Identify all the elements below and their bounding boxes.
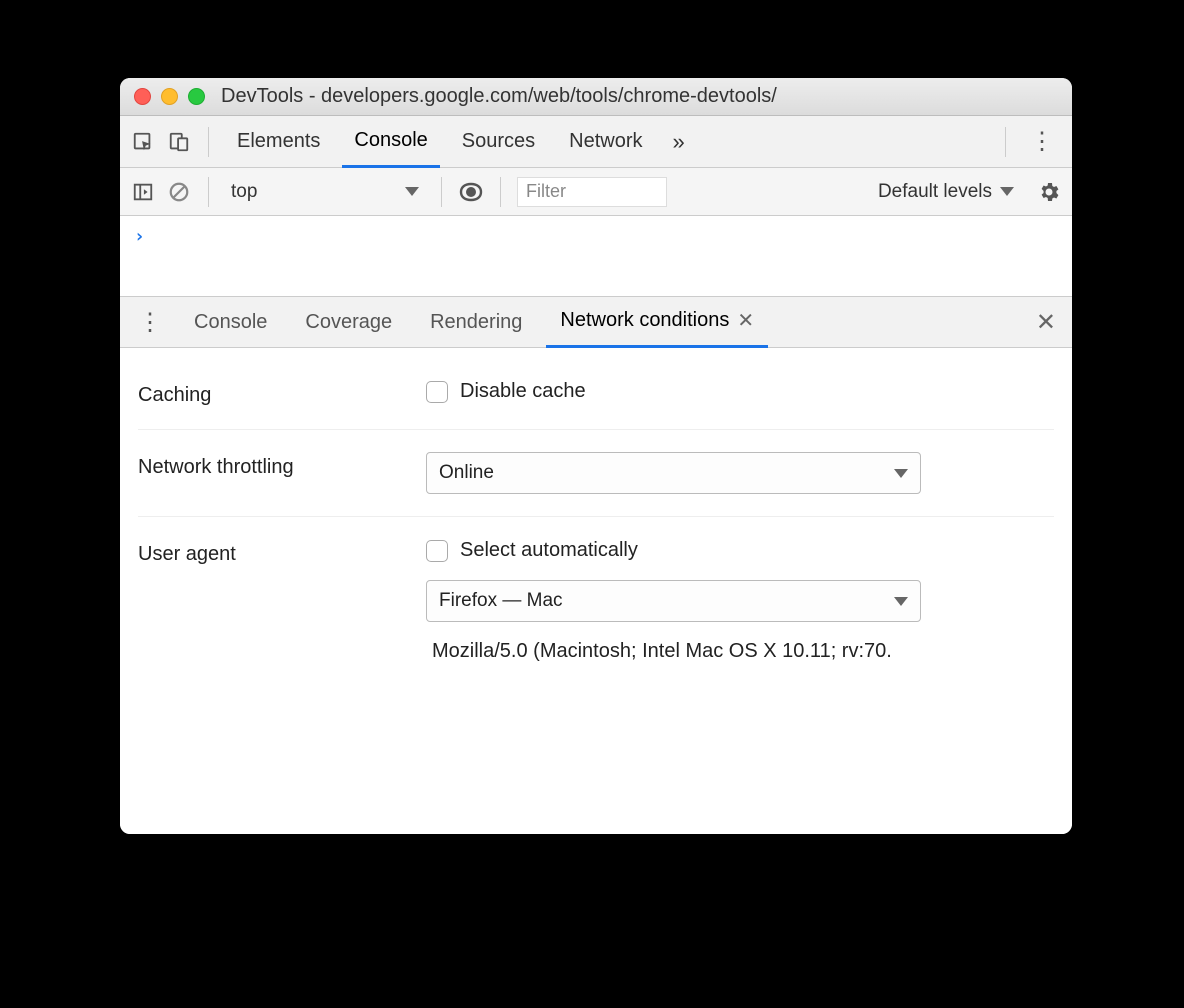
context-label: top [231, 181, 257, 203]
drawer-tab-rendering[interactable]: Rendering [416, 296, 536, 348]
drawer-close-icon[interactable]: ✕ [1036, 308, 1062, 337]
close-icon[interactable]: ✕ [737, 308, 754, 333]
ua-string-text: Mozilla/5.0 (Macintosh; Intel Mac OS X 1… [426, 640, 1054, 663]
user-agent-row: User agent Select automatically Firefox … [138, 517, 1054, 685]
console-settings-icon[interactable] [1036, 179, 1062, 205]
console-output[interactable]: › [120, 216, 1072, 296]
drawer-tab-coverage[interactable]: Coverage [291, 296, 406, 348]
caching-label: Caching [138, 380, 426, 407]
chevron-down-icon [1000, 187, 1014, 196]
window-minimize-button[interactable] [161, 88, 178, 105]
device-mode-icon[interactable] [166, 129, 192, 155]
drawer-tab-label: Network conditions [560, 309, 729, 332]
caching-row: Caching Disable cache [138, 358, 1054, 430]
tab-console[interactable]: Console [342, 116, 439, 168]
kebab-menu-icon[interactable]: ⋮ [1022, 127, 1062, 156]
separator [441, 177, 442, 207]
chevron-down-icon [894, 469, 908, 478]
clear-console-icon[interactable] [166, 179, 192, 205]
window-close-button[interactable] [134, 88, 151, 105]
ua-preset-select[interactable]: Firefox — Mac [426, 580, 921, 622]
separator [1005, 127, 1006, 157]
chevron-down-icon [405, 187, 419, 196]
tab-network[interactable]: Network [557, 116, 654, 168]
inspect-icon[interactable] [130, 129, 156, 155]
disable-cache-checkbox[interactable] [426, 381, 448, 403]
user-agent-label: User agent [138, 539, 426, 566]
titlebar: DevTools - developers.google.com/web/too… [120, 78, 1072, 116]
ua-auto-label: Select automatically [460, 539, 638, 562]
window-zoom-button[interactable] [188, 88, 205, 105]
ua-auto-checkbox[interactable] [426, 540, 448, 562]
separator [208, 127, 209, 157]
console-filter-bar: top Default levels [120, 168, 1072, 216]
drawer-toolbar: ⋮ Console Coverage Rendering Network con… [120, 296, 1072, 348]
drawer-menu-icon[interactable]: ⋮ [130, 308, 170, 337]
tab-elements[interactable]: Elements [225, 116, 332, 168]
disable-cache-label: Disable cache [460, 380, 586, 403]
network-conditions-panel: Caching Disable cache Network throttling… [120, 348, 1072, 834]
throttling-row: Network throttling Online [138, 430, 1054, 517]
console-prompt-icon: › [134, 226, 145, 247]
levels-label: Default levels [878, 181, 992, 203]
window-title: DevTools - developers.google.com/web/too… [215, 85, 1058, 108]
drawer-tab-network-conditions[interactable]: Network conditions ✕ [546, 296, 768, 348]
tabs-overflow-button[interactable]: » [665, 129, 693, 155]
throttling-value: Online [439, 462, 494, 484]
drawer-tab-console[interactable]: Console [180, 296, 281, 348]
throttling-select[interactable]: Online [426, 452, 921, 494]
throttling-label: Network throttling [138, 452, 426, 479]
console-sidebar-toggle-icon[interactable] [130, 179, 156, 205]
devtools-window: DevTools - developers.google.com/web/too… [120, 78, 1072, 834]
separator [500, 177, 501, 207]
chevron-down-icon [894, 597, 908, 606]
main-toolbar: Elements Console Sources Network » ⋮ [120, 116, 1072, 168]
console-filter-input[interactable] [517, 177, 667, 207]
ua-preset-value: Firefox — Mac [439, 590, 563, 612]
tab-sources[interactable]: Sources [450, 116, 547, 168]
separator [208, 177, 209, 207]
log-levels-select[interactable]: Default levels [878, 181, 1014, 203]
execution-context-select[interactable]: top [225, 181, 425, 203]
live-expression-icon[interactable] [458, 179, 484, 205]
